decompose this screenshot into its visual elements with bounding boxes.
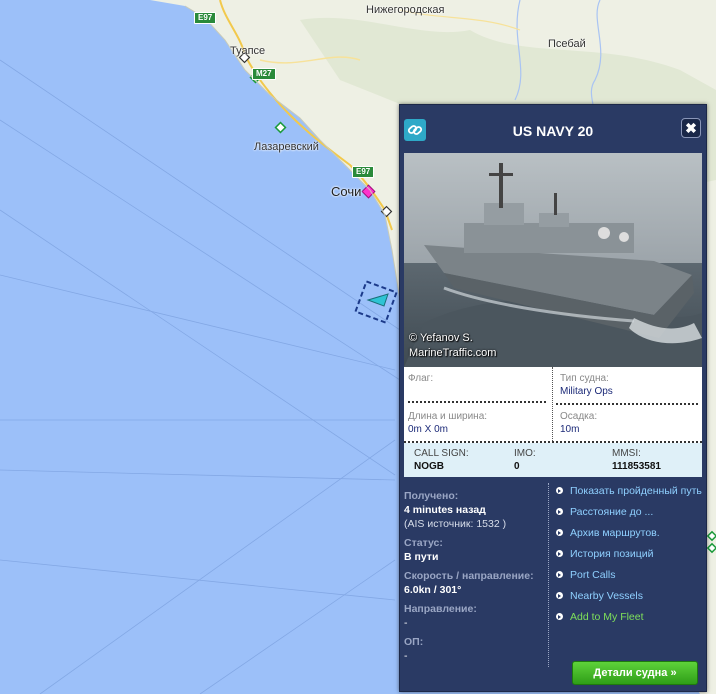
route-archive-link[interactable]: Архив маршрутов. bbox=[556, 527, 704, 539]
received-label: Получено: bbox=[404, 490, 459, 502]
road-shield: M27 bbox=[252, 68, 276, 80]
arrow-bullet-icon bbox=[556, 550, 563, 557]
call-sign: CALL SIGN: NOGB bbox=[414, 448, 469, 472]
received-value: 4 minutes назад bbox=[404, 504, 486, 516]
arrow-bullet-icon bbox=[556, 592, 563, 599]
town-label: Лазаревский bbox=[254, 141, 319, 153]
size-cell: Длина и ширина: 0m X 0m bbox=[408, 411, 488, 435]
heading-label: Направление: bbox=[404, 603, 477, 615]
town-label: Псебай bbox=[548, 38, 586, 50]
town-label: Сочи bbox=[331, 184, 362, 199]
speed-label: Скорость / направление: bbox=[404, 570, 534, 582]
draught-cell: Осадка: 10m bbox=[560, 411, 598, 435]
heading-value: - bbox=[404, 617, 408, 629]
add-to-fleet-link[interactable]: Add to My Fleet bbox=[556, 611, 704, 623]
op-label: ОП: bbox=[404, 636, 424, 648]
status-label: Статус: bbox=[404, 537, 443, 549]
arrow-bullet-icon bbox=[556, 529, 563, 536]
column-divider bbox=[548, 483, 549, 667]
position-history-link[interactable]: История позиций bbox=[556, 548, 704, 560]
vessel-type-cell: Тип судна: Military Ops bbox=[560, 373, 613, 397]
distance-to-link[interactable]: Расстояние до ... bbox=[556, 506, 704, 518]
ais-source: (AIS источник: 1532 ) bbox=[404, 518, 507, 530]
town-label: Туапсе bbox=[230, 45, 266, 57]
vessel-photo[interactable]: © Yefanov S. MarineTraffic.com bbox=[404, 153, 702, 367]
op-value: - bbox=[404, 650, 408, 662]
popup-header: US NAVY 20 ✖ bbox=[400, 105, 706, 153]
road-shield: E97 bbox=[352, 166, 375, 178]
arrow-bullet-icon bbox=[556, 613, 563, 620]
photo-credit: © Yefanov S. MarineTraffic.com bbox=[409, 332, 497, 359]
vessel-ids: CALL SIGN: NOGB IMO: 0 MMSI: 111853581 bbox=[404, 443, 702, 477]
status-value: В пути bbox=[404, 551, 439, 563]
arrow-bullet-icon bbox=[556, 508, 563, 515]
nearby-vessels-link[interactable]: Nearby Vessels bbox=[556, 590, 704, 602]
arrow-bullet-icon bbox=[556, 571, 563, 578]
arrow-bullet-icon bbox=[556, 487, 563, 494]
close-icon[interactable]: ✖ bbox=[681, 118, 701, 138]
vessel-actions: Показать пройденный путь Расстояние до .… bbox=[556, 485, 704, 632]
town-label: Нижегородская bbox=[366, 4, 445, 16]
vessel-name-title: US NAVY 20 bbox=[512, 123, 594, 139]
vessel-details-grid: Флаг: Тип судна: Military Ops Длина и ши… bbox=[404, 367, 702, 443]
port-calls-link[interactable]: Port Calls bbox=[556, 569, 704, 581]
vessel-details-button[interactable]: Детали судна » bbox=[572, 661, 698, 685]
vessel-popup: US NAVY 20 ✖ © Yefanov S. MarineTraffic.… bbox=[399, 104, 707, 692]
imo: IMO: 0 bbox=[514, 448, 536, 472]
speed-value: 6.0kn / 301° bbox=[404, 584, 462, 596]
flag-cell: Флаг: bbox=[408, 373, 434, 384]
mmsi: MMSI: 111853581 bbox=[612, 448, 661, 472]
vessel-status: Получено: 4 minutes назад (AIS источник:… bbox=[404, 483, 550, 662]
road-shield: E97 bbox=[194, 12, 217, 24]
show-track-link[interactable]: Показать пройденный путь bbox=[556, 485, 704, 497]
